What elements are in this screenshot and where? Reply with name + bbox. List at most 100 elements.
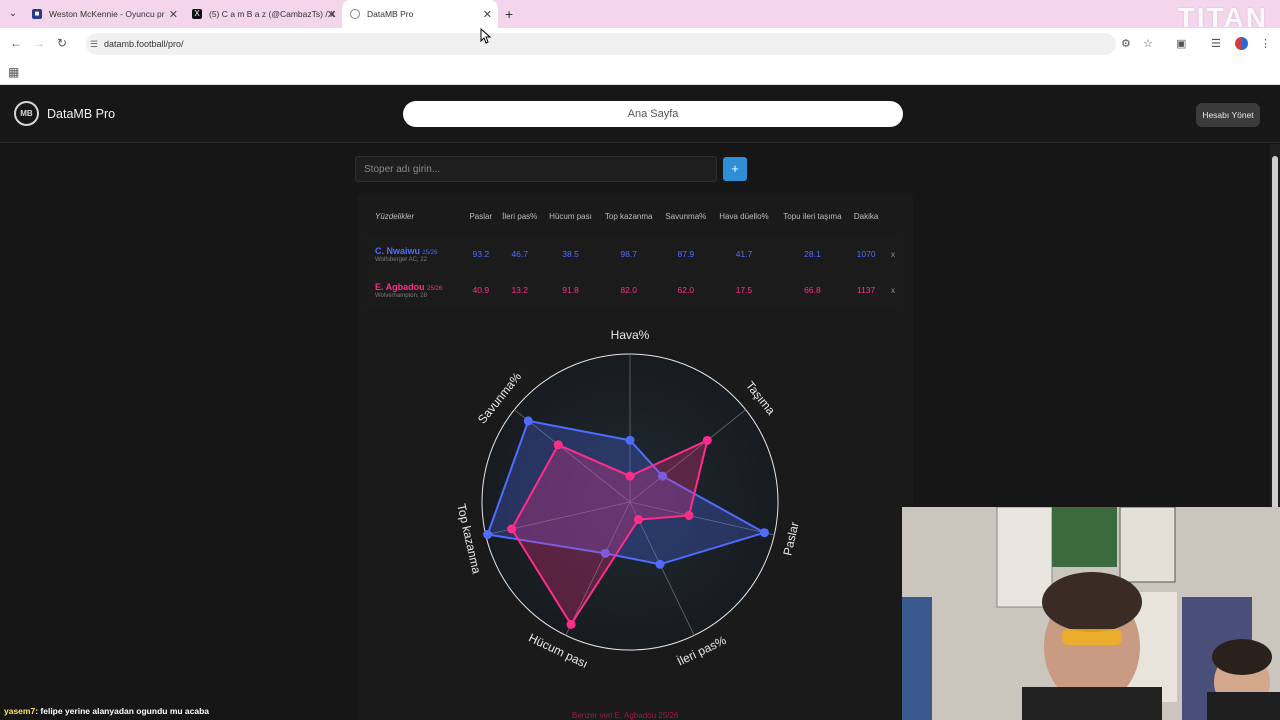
close-tab-icon[interactable]: ✕ (169, 8, 178, 21)
remove-player-button[interactable]: x (883, 272, 903, 308)
stat-cell: 1070 (856, 249, 876, 259)
stat-cell: 93.2 (472, 249, 490, 259)
menu-kebab-icon[interactable]: ⋮ (1260, 37, 1271, 50)
tab-bar: ⌄ ■ Weston McKennie - Oyuncu pr ✕ X (5) … (0, 0, 1280, 33)
column-header: Savunma% (665, 212, 707, 221)
radar-axis-label: Top kazanma (454, 502, 484, 575)
percentile-table: Yüzdelikler Paslar İleri pas% Hücum pası… (365, 198, 903, 308)
radar-data-point (523, 416, 533, 426)
stat-cell: 38.5 (562, 249, 579, 259)
site-favicon-icon: ■ (32, 9, 42, 19)
stat-cell: 46.7 (511, 249, 528, 259)
player-cell: E. Agbadou 25/26 Wolverhampton, 28 (365, 272, 465, 308)
radar-data-point (702, 435, 712, 445)
player-name[interactable]: C. Nwaiwu (375, 246, 420, 256)
radar-data-point (553, 440, 563, 450)
table-row: E. Agbadou 25/26 Wolverhampton, 28 40.9 … (365, 272, 903, 308)
similar-data-note[interactable]: Benzer veri E. Agbadou 25/26 (572, 711, 678, 720)
address-bar-row: ← → ↻ ☰ datamb.football/pro/ ⚙ ☆ ▣ ☰ ⋮ (0, 28, 1280, 60)
stat-cell: 1137 (856, 285, 876, 295)
radar-axis-label: Hava% (611, 328, 650, 342)
media-controls-icon[interactable]: ☰ (1211, 37, 1221, 50)
radar-chart: Hava%TaşımaPaslarİleri pas%Hücum pasıTop… (454, 328, 801, 671)
url-field[interactable]: ☰ datamb.football/pro/ (86, 33, 1116, 55)
mouse-cursor-icon (480, 28, 492, 44)
chat-text: : felipe yerine alanyadan ogundu mu acab… (35, 706, 210, 716)
apps-grid-icon[interactable]: ▦ (8, 65, 19, 79)
brand-title[interactable]: DataMB Pro (47, 107, 115, 121)
defender-search-input[interactable] (355, 156, 717, 182)
site-info-icon[interactable]: ☰ (90, 33, 98, 55)
tab-list-button[interactable]: ⌄ (6, 7, 20, 21)
stat-cell: 28.1 (804, 249, 821, 259)
player-name[interactable]: E. Agbadou (375, 282, 425, 292)
manage-account-button[interactable]: Hesabı Yönet (1196, 103, 1260, 127)
column-header-remove (883, 198, 903, 236)
player-cell: C. Nwaiwu 25/26 Wolfsberger AC, 22 (365, 236, 465, 272)
column-header: Dakika (853, 212, 879, 221)
radar-data-point (633, 515, 643, 525)
radar-data-point (483, 530, 493, 540)
stat-cell: 41.7 (735, 249, 753, 259)
webcam-feed-image (902, 507, 1280, 720)
tab-mckennie[interactable]: ■ Weston McKennie - Oyuncu pr ✕ (24, 0, 184, 28)
column-header: Topu ileri taşıma (783, 212, 842, 221)
column-header: Top kazanma (604, 212, 653, 221)
x-logo-icon: X (192, 9, 202, 19)
radar-data-point (684, 510, 694, 520)
stat-cell: 62.0 (677, 285, 695, 295)
column-header: Hava düello% (719, 212, 769, 221)
radar-data-point (625, 435, 635, 445)
add-player-button[interactable]: + (723, 157, 747, 181)
globe-icon (350, 9, 360, 19)
stat-cell: 82.0 (620, 285, 637, 295)
extensions-icon[interactable]: ▣ (1176, 37, 1186, 50)
tab-datamb[interactable]: DataMB Pro ✕ (342, 0, 498, 28)
stat-cell: 98.7 (620, 249, 637, 259)
chat-message: yasem7: felipe yerine alanyadan ogundu m… (4, 706, 209, 716)
close-tab-icon[interactable]: ✕ (483, 8, 492, 21)
bookmark-star-icon[interactable]: ☆ (1143, 37, 1153, 50)
close-tab-icon[interactable]: ✕ (327, 8, 336, 21)
radar-data-point (566, 619, 576, 629)
bookmarks-bar: ▦ (0, 60, 1280, 85)
player-club: Wolfsberger AC, 22 (375, 256, 427, 263)
home-button[interactable]: Ana Sayfa (403, 101, 903, 127)
radar-axis-label: Taşıma (743, 378, 778, 417)
tab-title: DataMB Pro (367, 9, 414, 19)
column-header: Hücum pası (549, 212, 592, 221)
stat-cell: 87.9 (677, 249, 695, 259)
stat-cell: 91.8 (562, 285, 579, 295)
stat-cell: 13.2 (511, 285, 528, 295)
tab-x-cambaz[interactable]: X (5) C a m B a z (@CambazTs) / X ✕ (184, 0, 342, 28)
profile-avatar[interactable] (1235, 37, 1248, 50)
player-season: 25/26 (422, 249, 438, 256)
datamb-logo-icon[interactable]: MB (14, 101, 39, 126)
stat-cell: 17.5 (735, 285, 753, 295)
tab-title: Weston McKennie - Oyuncu pr (49, 9, 165, 19)
column-header: İleri pas% (502, 212, 538, 221)
chat-username: yasem7 (4, 706, 36, 716)
url-text: datamb.football/pro/ (104, 39, 184, 49)
radar-data-point (655, 559, 665, 569)
column-header: Paslar (469, 212, 493, 221)
player-season: 25/26 (427, 285, 443, 292)
table-header-percentiles: Yüzdelikler (375, 212, 415, 221)
table-row: C. Nwaiwu 25/26 Wolfsberger AC, 22 93.2 … (365, 236, 903, 272)
app-header: MB DataMB Pro Ana Sayfa Hesabı Yönet (0, 85, 1280, 143)
radar-axis-label: Paslar (780, 521, 801, 557)
player-club: Wolverhampton, 28 (375, 292, 427, 299)
radar-data-point (759, 528, 769, 538)
radar-data-point (625, 471, 635, 481)
stat-cell: 66.8 (804, 285, 821, 295)
remove-player-button[interactable]: x (883, 236, 903, 272)
stat-cell: 40.9 (472, 285, 490, 295)
reload-icon[interactable]: ↻ (57, 36, 67, 50)
back-icon[interactable]: ← (10, 36, 22, 50)
translate-icon[interactable]: ⚙ (1121, 37, 1131, 50)
new-tab-icon[interactable]: + (505, 6, 513, 22)
forward-icon[interactable]: → (33, 36, 45, 50)
webcam-overlay (902, 507, 1280, 720)
tab-title: (5) C a m B a z (@CambazTs) / X (209, 9, 336, 19)
radar-data-point (507, 524, 517, 534)
